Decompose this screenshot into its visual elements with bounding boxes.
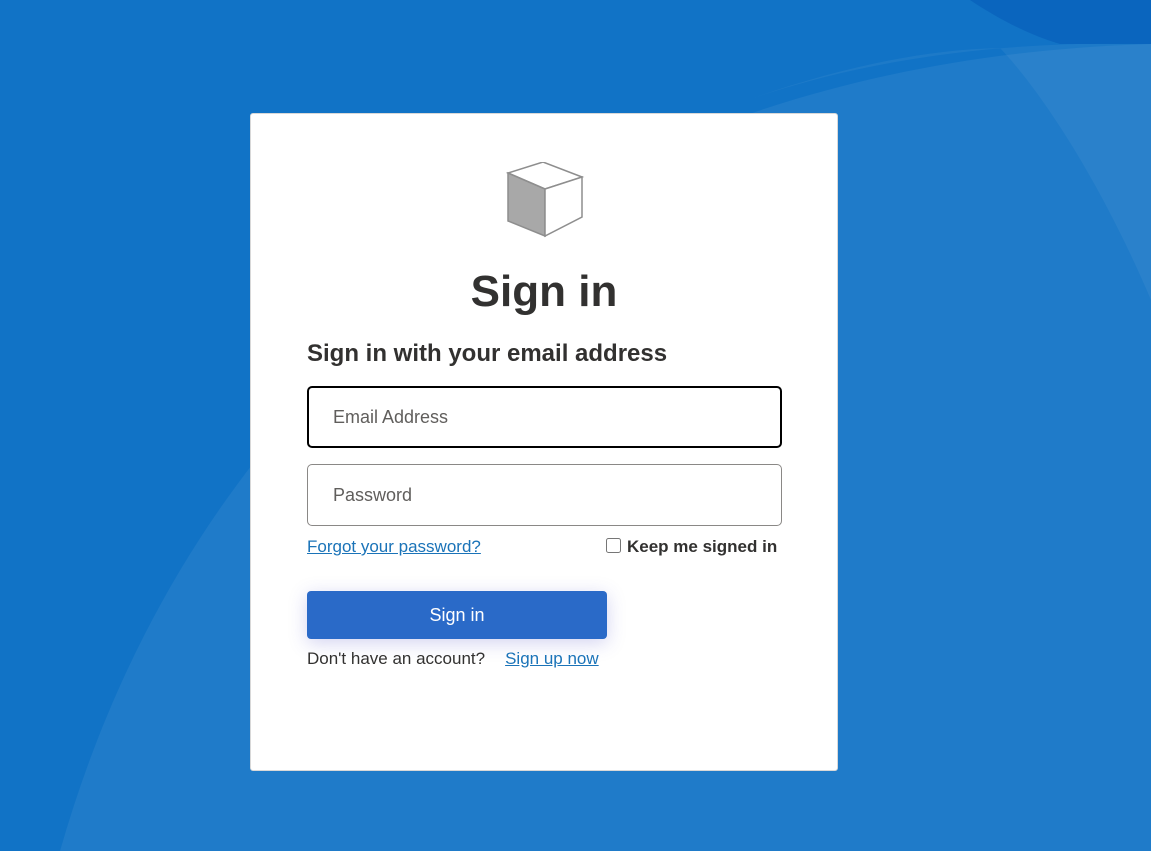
signup-row: Don't have an account? Sign up now — [307, 649, 599, 669]
page-title: Sign in — [470, 267, 618, 316]
cube-icon — [505, 162, 585, 238]
forgot-password-link[interactable]: Forgot your password? — [307, 537, 481, 557]
email-input[interactable] — [307, 386, 782, 448]
signup-prompt: Don't have an account? — [307, 649, 486, 668]
keep-signed-in-checkbox[interactable] — [606, 537, 621, 553]
sign-in-button[interactable]: Sign in — [307, 591, 607, 639]
sign-up-link[interactable]: Sign up now — [505, 649, 599, 668]
password-input[interactable] — [307, 464, 782, 526]
sign-in-card: Sign in Sign in with your email address … — [250, 113, 838, 771]
form-subtitle: Sign in with your email address — [307, 340, 668, 367]
keep-signed-in-label: Keep me signed in — [627, 537, 778, 556]
keep-signed-in[interactable]: Keep me signed in — [606, 537, 777, 557]
